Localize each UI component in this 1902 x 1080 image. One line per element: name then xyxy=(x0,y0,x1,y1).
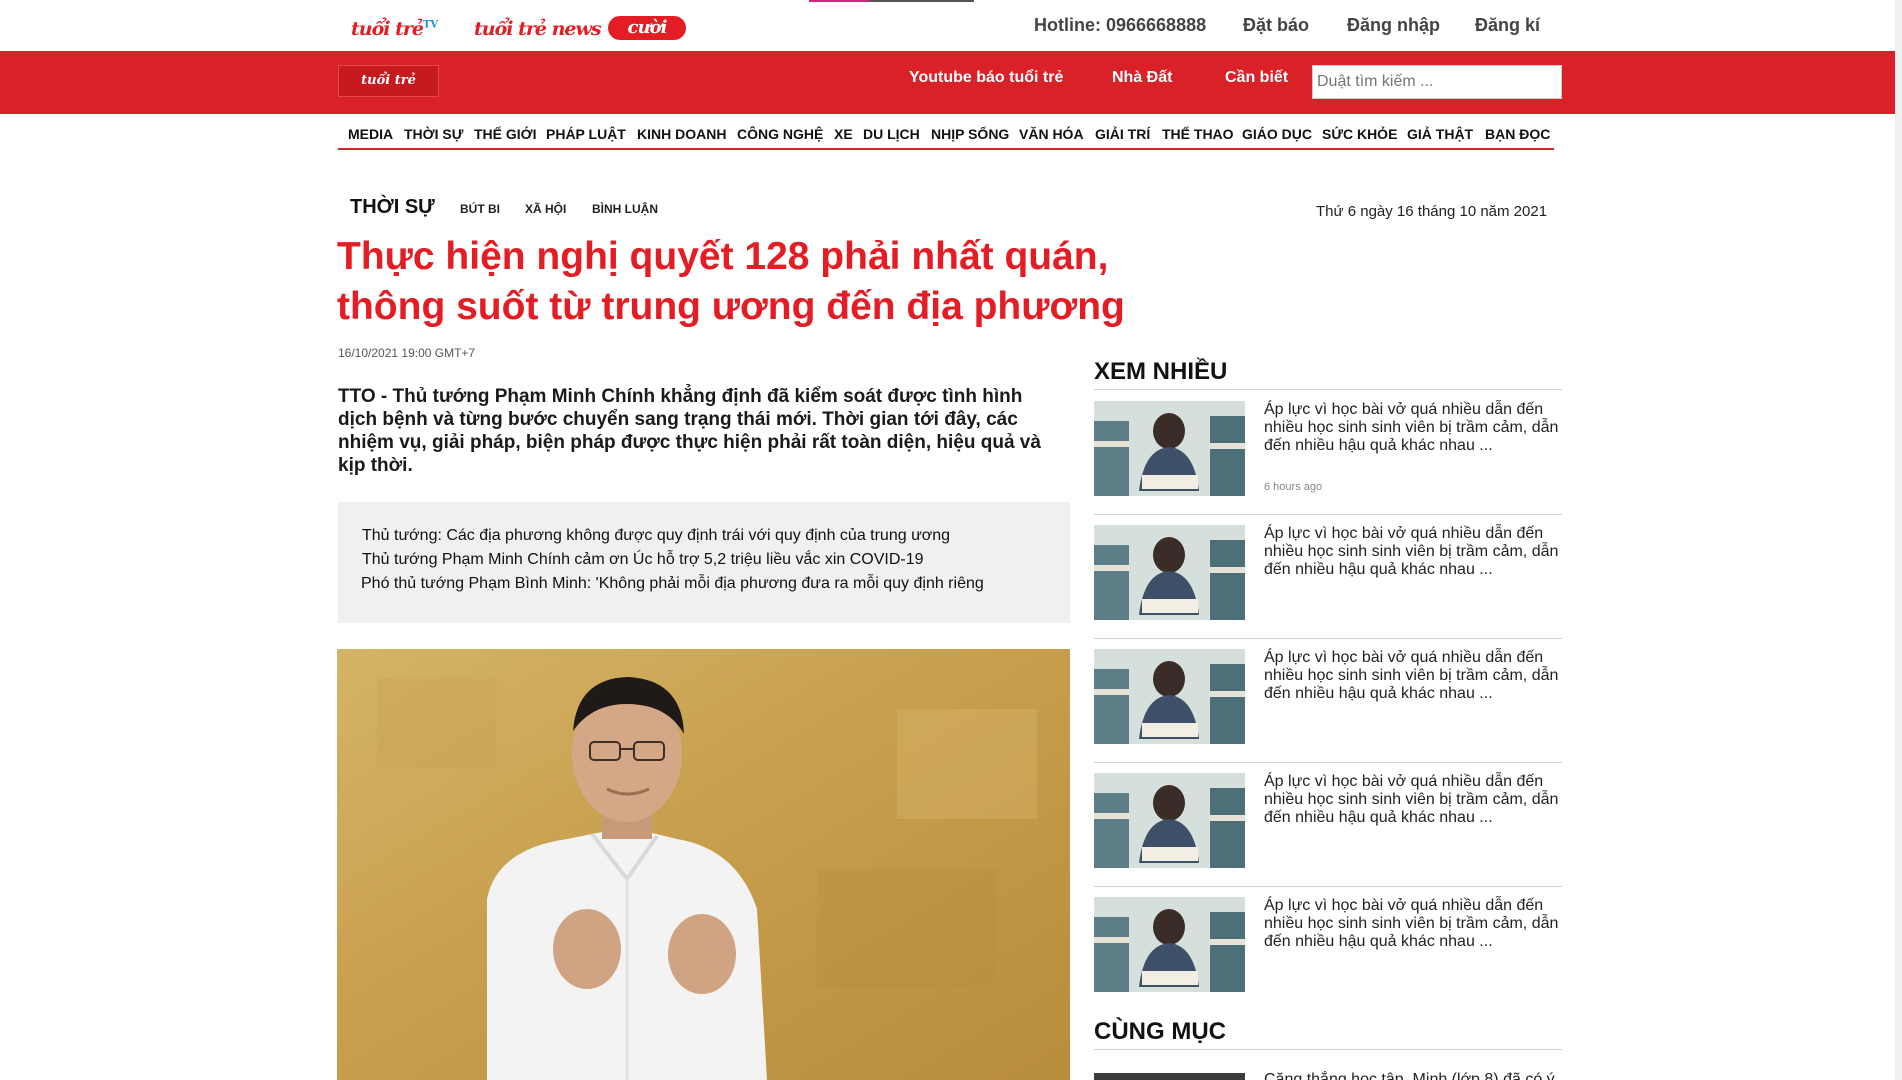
category-nhip-song[interactable]: NHỊP SỐNG xyxy=(931,126,1009,142)
divider xyxy=(1094,1049,1562,1050)
student-thumbnail[interactable] xyxy=(1094,773,1245,868)
most-viewed-text[interactable]: Áp lực vì học bài vở quá nhiều dẫn đến n… xyxy=(1264,897,1564,951)
page-load-indicator-track xyxy=(869,0,974,2)
section-title[interactable]: THỜI SỰ xyxy=(350,196,435,219)
main-header: tuổi trẻ Youtube báo tuổi trẻ Nhà Đất Cầ… xyxy=(0,51,1902,114)
student-stress-image xyxy=(1094,897,1245,992)
need-to-know-link[interactable]: Cần biết xyxy=(1225,69,1288,87)
most-viewed-item[interactable]: Áp lực vì học bài vở quá nhiều dẫn đến n… xyxy=(1094,401,1562,513)
category-suc-khoe[interactable]: SỨC KHỎE xyxy=(1322,126,1397,142)
divider xyxy=(1094,886,1562,887)
related-link[interactable]: Phó thủ tướng Phạm Bình Minh: 'Không phả… xyxy=(361,572,1070,596)
same-section-text[interactable]: Căng thẳng học tập, Minh (lớp 8) đã có ý xyxy=(1264,1071,1564,1080)
most-viewed-item[interactable]: Áp lực vì học bài vở quá nhiều dẫn đến n… xyxy=(1094,649,1562,761)
student-thumbnail[interactable] xyxy=(1094,401,1245,496)
most-viewed-title: XEM NHIỀU xyxy=(1094,358,1228,385)
tuoitre-tv-logo-text: tuổi trẻ xyxy=(351,18,424,40)
subscribe-link[interactable]: Đặt báo xyxy=(1243,15,1309,36)
category-cong-nghe[interactable]: CÔNG NGHỆ xyxy=(737,126,823,142)
divider xyxy=(1094,514,1562,515)
student-thumbnail[interactable] xyxy=(1094,897,1245,992)
student-thumbnail[interactable] xyxy=(1094,649,1245,744)
article-headline: Thực hiện nghị quyết 128 phải nhất quán,… xyxy=(337,235,1125,328)
most-viewed-item[interactable]: Áp lực vì học bài vở quá nhiều dẫn đến n… xyxy=(1094,525,1562,637)
divider xyxy=(1094,389,1562,390)
category-media[interactable]: MEDIA xyxy=(348,126,393,142)
related-link[interactable]: Thủ tướng Phạm Minh Chính cảm ơn Úc hỗ t… xyxy=(362,548,1070,572)
divider xyxy=(1094,638,1562,639)
student-stress-image xyxy=(1094,401,1245,496)
article-sapo: TTO - Thủ tướng Phạm Minh Chính khẳng đị… xyxy=(338,386,1041,476)
real-estate-link[interactable]: Nhà Đất xyxy=(1112,69,1172,87)
student-stress-image xyxy=(1094,525,1245,620)
subsection-xa-hoi[interactable]: XÃ HỘI xyxy=(525,202,566,216)
category-giao-duc[interactable]: GIÁO DỤC xyxy=(1242,126,1312,142)
top-bar: tuổi trẻTV tuổi trẻ news cười Hotline: 0… xyxy=(0,0,1902,51)
page-load-indicator xyxy=(809,0,869,2)
publish-time: 16/10/2021 19:00 GMT+7 xyxy=(338,346,476,360)
youtube-link[interactable]: Youtube báo tuổi trẻ xyxy=(909,69,1063,87)
tuoitre-logo[interactable]: tuổi trẻ xyxy=(338,65,439,97)
search-input[interactable] xyxy=(1312,65,1562,99)
most-viewed-text[interactable]: Áp lực vì học bài vở quá nhiều dẫn đến n… xyxy=(1264,525,1564,579)
category-ban-doc[interactable]: BẠN ĐỌC xyxy=(1485,126,1550,142)
student-stress-image xyxy=(1094,649,1245,744)
tv-superscript: TV xyxy=(422,19,439,31)
login-link[interactable]: Đăng nhập xyxy=(1347,15,1440,36)
scrollbar-track[interactable] xyxy=(1895,0,1902,1080)
tuoitre-news-logo[interactable]: tuổi trẻ news xyxy=(474,18,602,40)
prime-minister-photo xyxy=(337,649,1070,1080)
article-hero-image xyxy=(337,649,1070,1080)
most-viewed-text[interactable]: Áp lực vì học bài vở quá nhiều dẫn đến n… xyxy=(1264,649,1564,703)
most-viewed-item[interactable]: Áp lực vì học bài vở quá nhiều dẫn đến n… xyxy=(1094,897,1562,1009)
category-the-gioi[interactable]: THẾ GIỚI xyxy=(474,126,537,142)
category-the-thao[interactable]: THỂ THAO xyxy=(1162,126,1234,142)
tuoitre-cuoi-logo[interactable]: cười xyxy=(608,16,686,40)
register-link[interactable]: Đăng kí xyxy=(1475,15,1540,36)
divider xyxy=(1094,762,1562,763)
category-kinh-doanh[interactable]: KINH DOANH xyxy=(637,126,726,142)
same-section-thumbnail[interactable] xyxy=(1094,1073,1245,1080)
category-van-hoa[interactable]: VĂN HÓA xyxy=(1019,126,1084,142)
subsection-binh-luan[interactable]: BÌNH LUẬN xyxy=(592,202,658,216)
category-du-lich[interactable]: DU LỊCH xyxy=(863,126,920,142)
tuoitre-tv-logo[interactable]: tuổi trẻTV xyxy=(351,18,438,40)
category-gia-that[interactable]: GIẢ THẬT xyxy=(1407,126,1473,142)
subsection-but-bi[interactable]: BÚT BI xyxy=(460,202,500,216)
related-link[interactable]: Thủ tướng: Các địa phương không được quy… xyxy=(362,524,1070,548)
most-viewed-item[interactable]: Áp lực vì học bài vở quá nhiều dẫn đến n… xyxy=(1094,773,1562,885)
student-thumbnail[interactable] xyxy=(1094,525,1245,620)
most-viewed-time: 6 hours ago xyxy=(1264,481,1323,493)
same-section-title: CÙNG MỤC xyxy=(1094,1018,1226,1045)
category-phap-luat[interactable]: PHÁP LUẬT xyxy=(546,126,626,142)
most-viewed-text[interactable]: Áp lực vì học bài vở quá nhiều dẫn đến n… xyxy=(1264,401,1564,455)
category-thoi-su[interactable]: THỜI SỰ xyxy=(404,126,463,142)
student-stress-image xyxy=(1094,773,1245,868)
current-date: Thứ 6 ngày 16 tháng 10 năm 2021 xyxy=(1316,203,1548,220)
category-nav: MEDIA THỜI SỰ THẾ GIỚI PHÁP LUẬT KINH DO… xyxy=(338,118,1554,150)
most-viewed-text[interactable]: Áp lực vì học bài vở quá nhiều dẫn đến n… xyxy=(1264,773,1564,827)
category-giai-tri[interactable]: GIẢI TRÍ xyxy=(1095,126,1150,142)
hotline-link[interactable]: Hotline: 0966668888 xyxy=(1034,15,1206,36)
related-links-box: Thủ tướng: Các địa phương không được quy… xyxy=(338,502,1070,623)
category-xe[interactable]: XE xyxy=(834,126,853,142)
